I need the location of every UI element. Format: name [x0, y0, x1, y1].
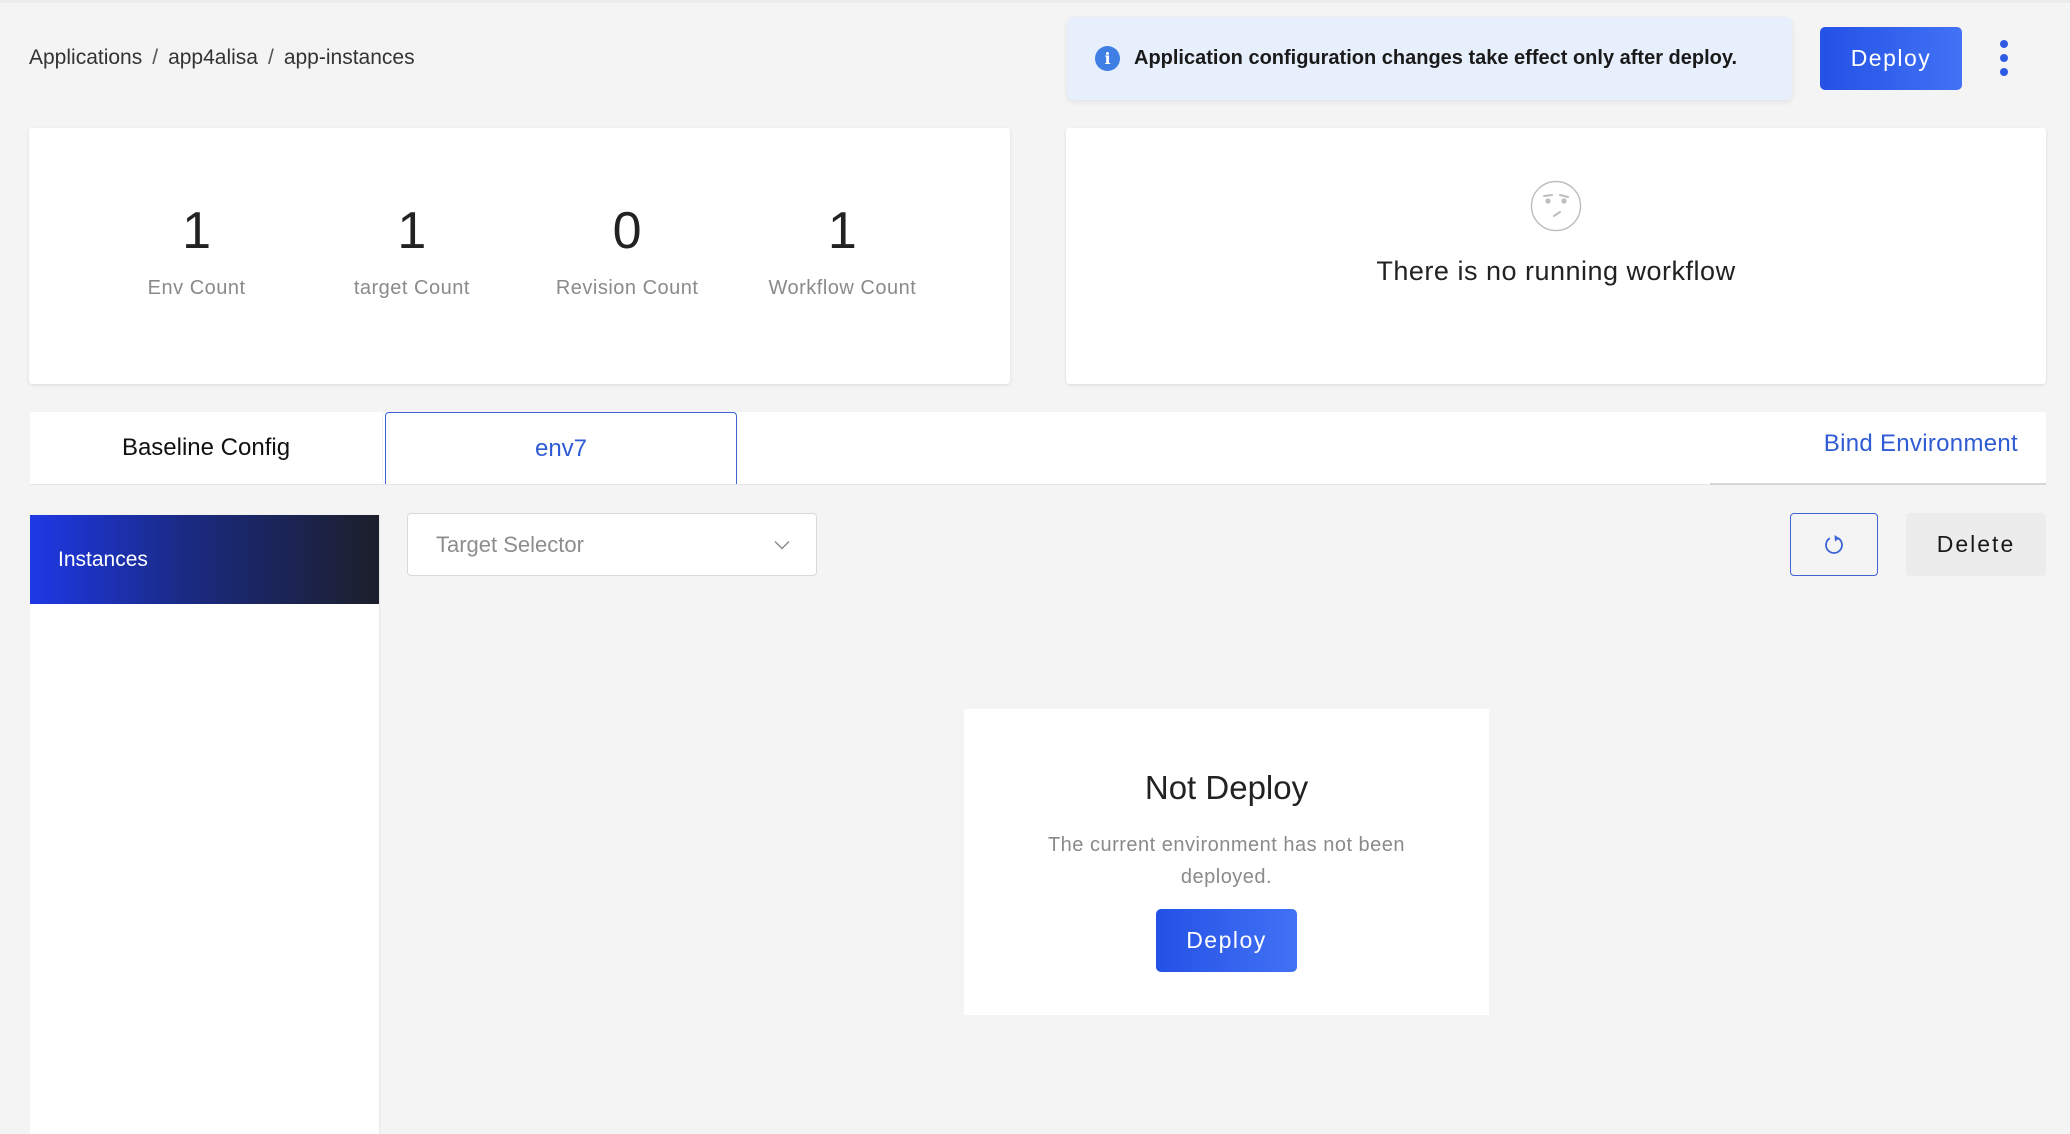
stat-workflow-count: 1 Workflow Count — [735, 205, 950, 300]
target-selector-dropdown[interactable]: Target Selector — [407, 513, 817, 576]
breadcrumb-app[interactable]: app4alisa — [168, 46, 258, 70]
stat-label: Env Count — [147, 276, 246, 299]
target-selector-placeholder: Target Selector — [436, 531, 584, 557]
stat-value: 1 — [182, 201, 212, 260]
sidebar: Instances — [30, 515, 379, 1134]
refresh-button[interactable] — [1790, 513, 1878, 576]
tabbar-divider-right — [1710, 483, 2046, 485]
tab-label: env7 — [534, 434, 588, 462]
bind-environment-link[interactable]: Bind Environment — [1824, 430, 2018, 458]
deploy-notice-banner: i Application configuration changes take… — [1067, 17, 1792, 100]
kebab-dot — [2000, 54, 2008, 62]
refresh-icon — [1825, 534, 1843, 554]
environment-tabs: Baseline Config env7 Bind Environment — [30, 412, 2046, 485]
breadcrumb: Applications / app4alisa / app-instances — [29, 46, 415, 70]
stat-label: Revision Count — [555, 276, 699, 299]
workflow-status-card: There is no running workflow — [1066, 128, 2046, 384]
deploy-button[interactable]: Deploy — [1820, 27, 1962, 90]
tab-baseline-config[interactable]: Baseline Config — [30, 412, 383, 484]
delete-button[interactable]: Delete — [1906, 513, 2046, 576]
kebab-dot — [2000, 68, 2008, 76]
tab-env7[interactable]: env7 — [385, 412, 737, 484]
breadcrumb-current: app-instances — [283, 46, 415, 69]
stats-card: 1 Env Count 1 target Count 0 Revision Co… — [29, 128, 1010, 384]
kebab-menu-icon[interactable] — [1993, 40, 2015, 76]
confused-face-icon — [1530, 180, 1582, 232]
top-divider — [0, 0, 2070, 3]
stat-target-count: 1 target Count — [304, 205, 519, 300]
stat-label: target Count — [353, 276, 470, 299]
tab-label: Baseline Config — [121, 434, 291, 461]
stat-value: 0 — [612, 201, 642, 260]
sidebar-item-label: Instances — [58, 547, 148, 571]
empty-state-deploy-button[interactable]: Deploy — [1156, 909, 1297, 972]
not-deployed-panel: Not Deploy The current environment has n… — [964, 709, 1489, 1015]
stat-revision-count: 0 Revision Count — [520, 205, 735, 300]
stat-value: 1 — [827, 201, 857, 260]
tabbar-divider — [30, 484, 1710, 485]
chevron-down-icon — [774, 540, 790, 550]
stat-label: Workflow Count — [768, 276, 917, 299]
breadcrumb-separator: / — [152, 46, 159, 69]
workflow-empty-message: There is no running workflow — [1376, 256, 1736, 286]
breadcrumb-separator: / — [267, 46, 274, 69]
breadcrumb-applications[interactable]: Applications — [29, 46, 142, 70]
stat-value: 1 — [397, 201, 427, 260]
info-icon: i — [1095, 46, 1120, 71]
empty-state-title: Not Deploy — [1144, 769, 1309, 806]
sidebar-item-instances[interactable]: Instances — [30, 515, 379, 604]
kebab-dot — [2000, 40, 2008, 48]
stat-env-count: 1 Env Count — [89, 205, 304, 300]
empty-state-description: The current environment has not been dep… — [1047, 834, 1406, 888]
banner-message: Application configuration changes take e… — [1134, 47, 1738, 69]
